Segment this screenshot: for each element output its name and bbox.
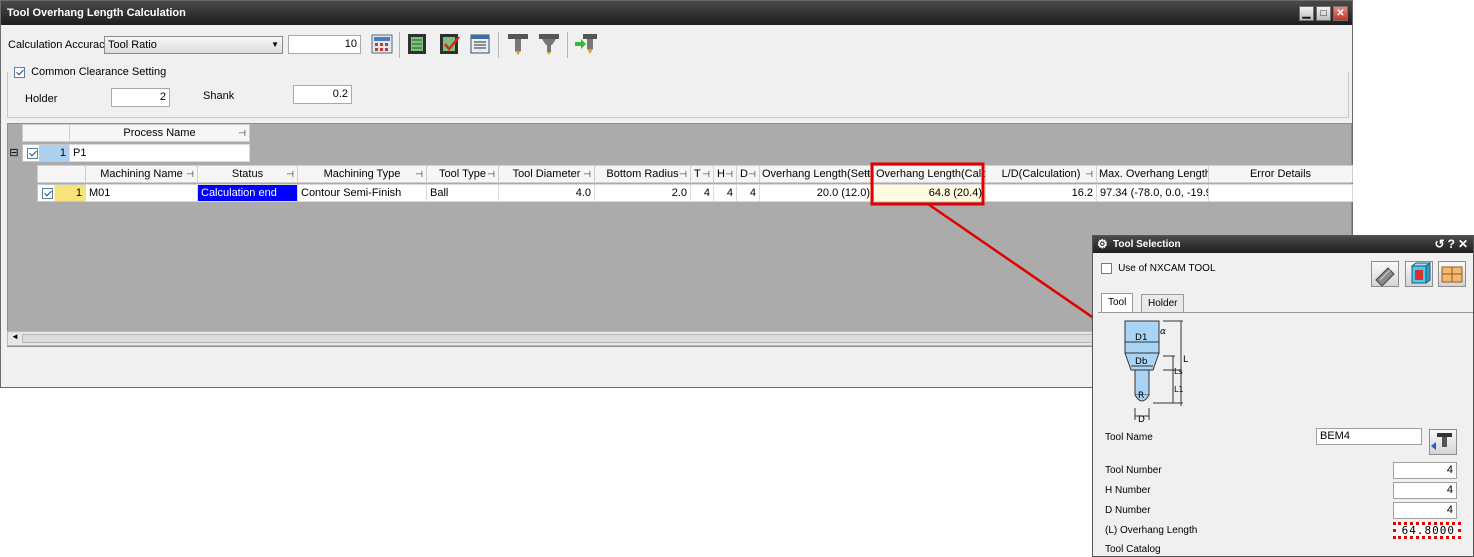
d-number-label: D Number [1105,505,1151,516]
grid-orange-icon[interactable] [1438,261,1466,287]
tool-number-label: Tool Number [1105,465,1162,476]
tool-name-label: Tool Name [1105,432,1153,443]
label-r: R [1138,391,1144,401]
label-d1: D1 [1135,333,1148,343]
label-ls: Ls [1174,367,1183,376]
overhang-length-label: (L) Overhang Length [1105,525,1198,536]
tab-tool[interactable]: Tool [1101,293,1134,312]
tab-underline [1098,312,1473,313]
dialog-title: ⚙ Tool Selection ↺?✕ [1093,236,1473,253]
use-nx-label: Use of NXCAM TOOL [1118,263,1216,274]
tool-diagram: α D1 Db L Ls L1 R D [1124,320,1188,422]
close-icon[interactable]: ✕ [1458,237,1471,251]
tool-number-input[interactable]: 4 [1393,462,1457,479]
endmill-icon[interactable] [1371,261,1399,287]
dialog-title-text: Tool Selection [1113,239,1181,250]
holder-3d-icon[interactable] [1405,261,1433,287]
dialog-controls: ↺?✕ [1435,236,1471,253]
label-l1: L1 [1174,385,1184,394]
h-number-label: H Number [1105,485,1151,496]
tab-holder[interactable]: Holder [1141,294,1185,312]
gear-icon[interactable]: ⚙ [1097,236,1108,253]
label-db: Db [1135,357,1148,367]
use-nx-checkbox[interactable] [1101,262,1112,274]
overhang-length-input[interactable]: 64.8000 [1393,522,1461,539]
d-number-input[interactable]: 4 [1393,502,1457,519]
tool-catalog-label: Tool Catalog [1105,544,1161,555]
reset-icon[interactable]: ↺ [1435,237,1448,251]
label-d: D [1138,415,1145,422]
use-nx-row: Use of NXCAM TOOL [1101,262,1216,274]
tool-selection-dialog: ⚙ Tool Selection ↺?✕ Use of NXCAM TOOL T… [1092,235,1474,557]
label-l: L [1183,355,1188,365]
highlight-box [870,162,985,206]
label-alpha: α [1160,327,1166,337]
tool-browse-button[interactable] [1429,429,1457,455]
tool-name-input[interactable]: BEM4 [1316,428,1422,445]
h-number-input[interactable]: 4 [1393,482,1457,499]
help-icon[interactable]: ? [1448,237,1458,251]
